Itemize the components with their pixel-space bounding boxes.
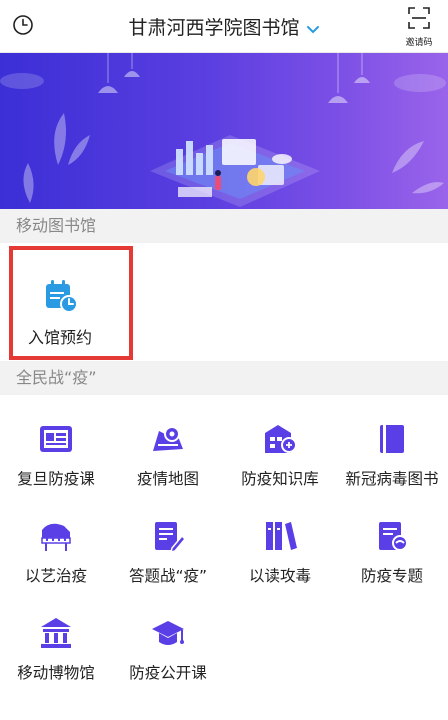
epidemic-map-icon [150,421,186,457]
grid-item-reading[interactable]: 以读攻毒 [224,492,336,589]
grid-item-quiz[interactable]: 答题战“疫” [112,492,224,589]
piano-icon [38,518,74,554]
grid-item-label: 防疫知识库 [241,470,319,488]
entry-reservation-label: 入馆预约 [28,328,93,347]
graduation-cap-icon [150,615,186,651]
chevron-down-icon [306,18,320,40]
banner-illustration [0,53,446,207]
grid-item-epidemic-map[interactable]: 疫情地图 [112,395,224,492]
grid-item-label: 复旦防疫课 [17,470,95,488]
quiz-edit-icon [150,518,187,554]
grid-item-museum[interactable]: 移动博物馆 [0,589,112,686]
grid-item-label: 以读攻毒 [248,567,311,585]
grid-item-covid-books[interactable]: 新冠病毒图书 [336,395,448,492]
section-header-anti-epidemic: 全民战“疫” [0,361,448,395]
grid-item-label: 移动博物馆 [17,664,95,682]
knowledge-base-icon [262,421,298,457]
calendar-clock-icon [43,278,79,314]
entry-reservation-item[interactable]: 入馆预约 [9,246,133,360]
book-icon [374,421,410,457]
grid-item-label: 疫情地图 [136,470,199,488]
museum-icon [38,615,74,651]
invite-code-button[interactable]: 邀请码 [396,6,442,48]
grid-item-label: 防疫公开课 [129,664,207,682]
anti-epidemic-grid: 复旦防疫课 疫情地图 防疫知识库 新冠病毒图书 以艺治疫 答题战“疫” 以读攻毒… [0,395,448,686]
hero-banner[interactable] [0,53,448,209]
scan-frame-icon [407,7,431,34]
mobile-library-section: 入馆预约 [0,243,448,361]
grid-item-label: 答题战“疫” [128,567,208,585]
grid-item-label: 新冠病毒图书 [345,470,439,488]
grid-item-open-course[interactable]: 防疫公开课 [112,589,224,686]
library-selector[interactable]: 甘肃河西学院图书馆 [0,13,448,40]
books-icon [262,518,298,554]
grid-item-label: 以艺治疫 [24,567,87,585]
grid-item-fudan-course[interactable]: 复旦防疫课 [0,395,112,492]
page-title: 甘肃河西学院图书馆 [128,17,300,39]
section-header-mobile-library: 移动图书馆 [0,209,448,243]
invite-code-label: 邀请码 [405,38,433,48]
topic-doc-icon [374,518,410,554]
app-header: 甘肃河西学院图书馆 邀请码 [0,0,448,53]
fudan-course-icon [38,421,74,457]
grid-item-topic[interactable]: 防疫专题 [336,492,448,589]
grid-item-label: 防疫专题 [360,567,423,585]
grid-item-knowledge-base[interactable]: 防疫知识库 [224,395,336,492]
grid-item-art-fight[interactable]: 以艺治疫 [0,492,112,589]
